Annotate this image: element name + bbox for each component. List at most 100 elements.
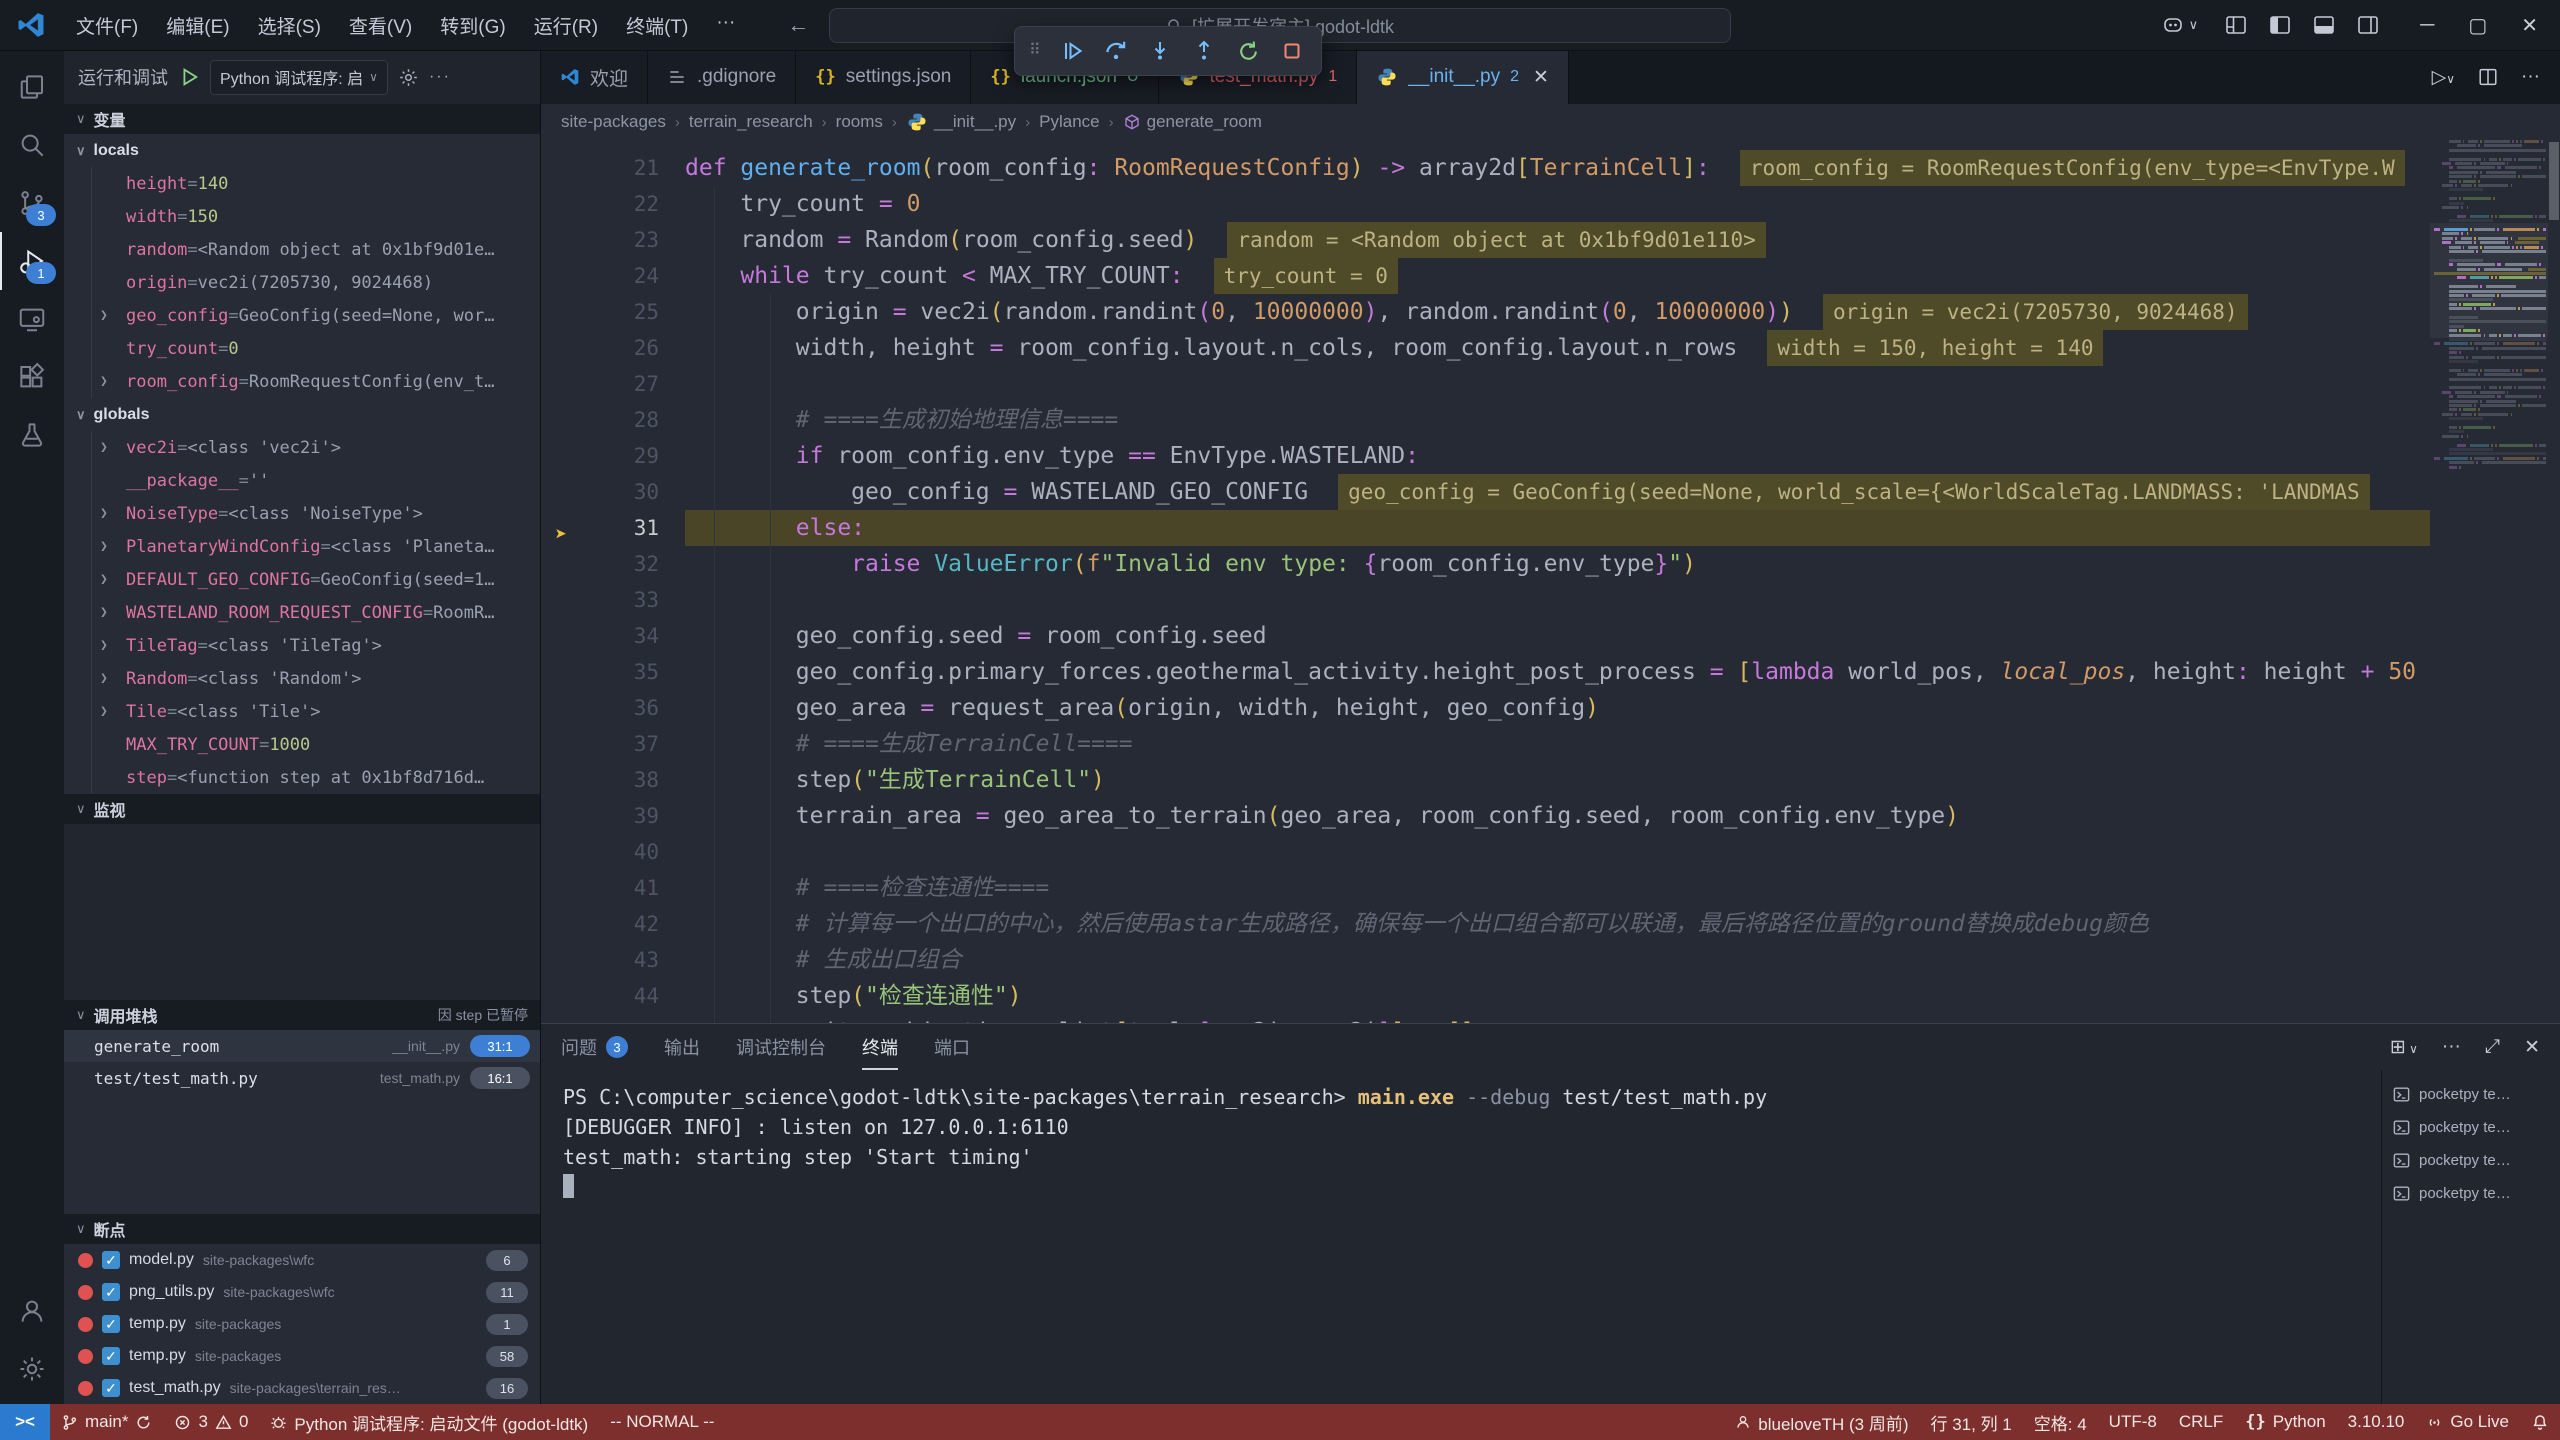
activitybar-search-icon[interactable] [0, 116, 64, 174]
activitybar-files-icon[interactable] [0, 58, 64, 116]
panel-tab-端口[interactable]: 端口 [934, 1024, 970, 1070]
breakpoint-row[interactable]: ✓model.pysite-packages\wfc6 [64, 1244, 540, 1276]
chevron-right-icon[interactable]: ❯ [100, 440, 108, 455]
menu-item-5[interactable]: 运行(R) [522, 8, 610, 43]
activitybar-gear-icon[interactable] [0, 1340, 64, 1398]
git-branch[interactable]: main* [50, 1404, 163, 1440]
language-mode[interactable]: {}Python [2234, 1404, 2336, 1440]
gutter[interactable]: 44 [541, 978, 685, 1014]
variable-row[interactable]: origin = vec2i(7205730, 9024468) [92, 266, 540, 299]
variable-row[interactable]: ❯Random = <class 'Random'> [92, 662, 540, 695]
editor-more-icon[interactable]: ··· [2521, 66, 2540, 88]
chevron-right-icon[interactable]: ❯ [100, 374, 108, 389]
step-over-button[interactable] [1101, 36, 1131, 66]
breadcrumb-item[interactable]: terrain_research [689, 112, 813, 132]
panel-tab-输出[interactable]: 输出 [664, 1024, 700, 1070]
variable-row[interactable]: width = 150 [92, 200, 540, 233]
step-into-button[interactable] [1145, 36, 1175, 66]
gutter[interactable]: 27 [541, 366, 685, 402]
stop-button[interactable] [1277, 36, 1307, 66]
variables-group-globals[interactable]: ∨globals [64, 398, 540, 431]
gutter[interactable]: 36 [541, 690, 685, 726]
copilot-icon[interactable]: ∨ [2161, 13, 2199, 37]
minimap[interactable] [2430, 140, 2548, 1023]
gutter[interactable]: 30 [541, 474, 685, 510]
menu-item-0[interactable]: 文件(F) [64, 8, 150, 43]
debug-config-status[interactable]: Python 调试程序: 启动文件 (godot-ldtk) [259, 1404, 599, 1440]
breadcrumb-item[interactable]: site-packages [561, 112, 666, 132]
gutter[interactable]: 42 [541, 906, 685, 942]
gutter[interactable]: 23 [541, 222, 685, 258]
gutter[interactable]: 22 [541, 186, 685, 222]
menu-item-6[interactable]: 终端(T) [614, 8, 700, 43]
gutter[interactable]: 37 [541, 726, 685, 762]
breakpoint-checkbox[interactable]: ✓ [102, 1283, 120, 1301]
variable-row[interactable]: ❯DEFAULT_GEO_CONFIG = GeoConfig(seed=1… [92, 563, 540, 596]
gutter[interactable]: 45 [541, 1014, 685, 1023]
chevron-right-icon[interactable]: ❯ [100, 506, 108, 521]
gutter[interactable]: 43 [541, 942, 685, 978]
more-actions-icon[interactable]: ··· [429, 68, 451, 86]
breadcrumb-item[interactable]: rooms [836, 112, 883, 132]
continue-button[interactable] [1057, 36, 1087, 66]
launch-config-dropdown[interactable]: Python 调试程序: 启∨ [210, 60, 388, 95]
breakpoint-row[interactable]: ✓temp.pysite-packages58 [64, 1340, 540, 1372]
gutter[interactable]: 40 [541, 834, 685, 870]
chevron-right-icon[interactable]: ❯ [100, 539, 108, 554]
variable-row[interactable]: ❯room_config = RoomRequestConfig(env_t… [92, 365, 540, 398]
breakpoint-row[interactable]: ✓temp.pysite-packages1 [64, 1308, 540, 1340]
breakpoint-checkbox[interactable]: ✓ [102, 1251, 120, 1269]
activitybar-account-icon[interactable] [0, 1282, 64, 1340]
tab-.gdignore[interactable]: .gdignore [648, 50, 796, 104]
gutter[interactable]: 35 [541, 654, 685, 690]
breakpoint-checkbox[interactable]: ✓ [102, 1379, 120, 1397]
breadcrumb-item[interactable]: Pylance [1039, 112, 1099, 132]
panel-more-icon[interactable]: ··· [2442, 1036, 2461, 1058]
gutter[interactable]: 38 [541, 762, 685, 798]
gutter[interactable]: 20 [541, 140, 685, 150]
step-out-button[interactable] [1189, 36, 1219, 66]
variable-row[interactable]: ❯Tile = <class 'Tile'> [92, 695, 540, 728]
gutter[interactable]: 24 [541, 258, 685, 294]
variable-row[interactable]: ❯PlanetaryWindConfig = <class 'Planeta… [92, 530, 540, 563]
cursor-position[interactable]: 行 31, 列 1 [1920, 1404, 2023, 1440]
close-button[interactable]: ✕ [2521, 13, 2538, 38]
breakpoint-checkbox[interactable]: ✓ [102, 1347, 120, 1365]
menu-item-7[interactable]: ··· [704, 8, 747, 43]
gutter[interactable]: 25 [541, 294, 685, 330]
activitybar-debug-icon[interactable]: 1 [0, 232, 64, 290]
toggle-sidebar-icon[interactable] [2268, 13, 2292, 37]
problems-status[interactable]: 30 [163, 1404, 259, 1440]
minimize-button[interactable]: ─ [2420, 14, 2434, 37]
variable-row[interactable]: ❯NoiseType = <class 'NoiseType'> [92, 497, 540, 530]
gutter[interactable]: 26 [541, 330, 685, 366]
menu-item-2[interactable]: 选择(S) [246, 8, 333, 43]
gutter[interactable]: 34 [541, 618, 685, 654]
editor-scrollbar[interactable] [2548, 140, 2560, 1023]
customize-layout-icon[interactable] [2224, 13, 2248, 37]
breakpoint-row[interactable]: ✓png_utils.pysite-packages\wfc11 [64, 1276, 540, 1308]
variable-row[interactable]: random = <Random object at 0x1bf9d01e… [92, 233, 540, 266]
encoding[interactable]: UTF-8 [2098, 1404, 2168, 1440]
gutter[interactable]: 28 [541, 402, 685, 438]
breakpoint-row[interactable]: ✓test_math.pysite-packages\terrain_res…1… [64, 1372, 540, 1404]
menu-item-3[interactable]: 查看(V) [337, 8, 424, 43]
git-blame[interactable]: blueloveTH (3 周前) [1724, 1404, 1919, 1440]
code-editor[interactable]: 2021def generate_room(room_config: RoomR… [541, 140, 2560, 1023]
breakpoint-checkbox[interactable]: ✓ [102, 1315, 120, 1333]
chevron-right-icon[interactable]: ❯ [100, 704, 108, 719]
terminal-instance[interactable]: pocketpy te… [2382, 1144, 2560, 1177]
variable-row[interactable]: ❯TileTag = <class 'TileTag'> [92, 629, 540, 662]
variables-section-header[interactable]: ∨变量 [64, 104, 540, 134]
remote-indicator[interactable]: >< [0, 1404, 50, 1440]
maximize-panel-icon[interactable]: ⤢ [2485, 1036, 2500, 1058]
tab-[interactable]: 欢迎 [541, 50, 648, 104]
close-panel-icon[interactable]: ✕ [2524, 1036, 2540, 1059]
start-debug-icon[interactable] [178, 66, 200, 88]
eol[interactable]: CRLF [2168, 1404, 2234, 1440]
variable-row[interactable]: __package__ = '' [92, 464, 540, 497]
breakpoints-section-header[interactable]: ∨断点 [64, 1214, 540, 1244]
gutter[interactable]: 29 [541, 438, 685, 474]
go-live[interactable]: Go Live [2415, 1404, 2520, 1440]
gutter[interactable]: 39 [541, 798, 685, 834]
